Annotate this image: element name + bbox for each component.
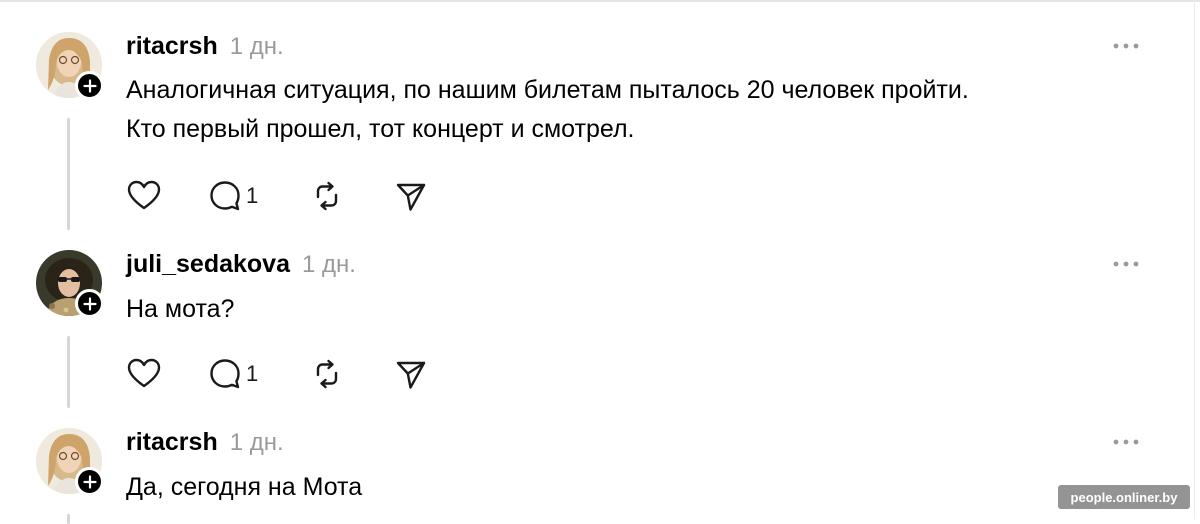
repost-button[interactable] [310,178,344,214]
action-bar: 1 [126,356,446,392]
repost-button[interactable] [310,356,344,392]
post-text: На мота? [126,290,1166,329]
heart-icon [127,358,161,388]
timestamp: 1 дн. [301,251,356,278]
like-button[interactable] [126,356,162,392]
reply-button[interactable]: 1 [208,356,258,392]
timestamp: 1 дн. [229,429,284,456]
watermark: people.onliner.by [1058,485,1190,509]
post-header: ritacrsh 1 дн. [126,428,284,458]
more-options-button[interactable] [1110,36,1142,56]
more-options-button[interactable] [1110,254,1142,274]
post-text-line: Да, сегодня на Мота [126,473,363,501]
more-dots-icon [1113,439,1139,445]
more-dots-icon [1113,261,1139,267]
post-text-line: Аналогичная ситуация, по нашим билетам п… [126,76,969,104]
thread-line [67,514,70,524]
top-divider [0,0,1200,2]
avatar-container[interactable] [36,32,104,100]
action-bar: 1 [126,178,446,214]
avatar-container[interactable] [36,250,104,318]
heart-icon [127,180,161,210]
post-text-line: Кто первый прошел, тот концерт и смотрел… [126,115,635,143]
follow-button[interactable] [75,467,104,496]
post-text: Да, сегодня на Мота [126,468,1166,507]
repost-arrows-icon [316,359,338,389]
username[interactable]: ritacrsh [126,32,218,61]
follow-button[interactable] [75,289,104,318]
reply-button[interactable]: 1 [208,178,258,214]
share-button[interactable] [394,178,428,214]
plus-icon [82,296,97,311]
like-button[interactable] [126,178,162,214]
reply-count: 1 [246,361,259,386]
plus-icon [82,474,97,489]
comment-bubble-icon [210,181,240,211]
post-header: ritacrsh 1 дн. [126,32,284,62]
reply-count: 1 [246,183,259,208]
username[interactable]: juli_sedakova [126,250,290,279]
more-dots-icon [1113,43,1139,49]
plus-icon [82,78,97,93]
follow-button[interactable] [75,71,104,100]
post-text-line: На мота? [126,295,235,323]
post-header: juli_sedakova 1 дн. [126,250,356,280]
avatar-container[interactable] [36,428,104,496]
paper-plane-icon [396,361,426,389]
comment-bubble-icon [210,359,240,389]
username[interactable]: ritacrsh [126,428,218,457]
repost-arrows-icon [316,181,338,211]
thread-line [67,336,70,408]
right-divider [1194,0,1195,519]
paper-plane-icon [396,183,426,211]
thread-line [67,118,70,230]
share-button[interactable] [394,356,428,392]
post-text: Аналогичная ситуация, по нашим билетам п… [126,71,1166,149]
more-options-button[interactable] [1110,432,1142,452]
timestamp: 1 дн. [229,33,284,60]
